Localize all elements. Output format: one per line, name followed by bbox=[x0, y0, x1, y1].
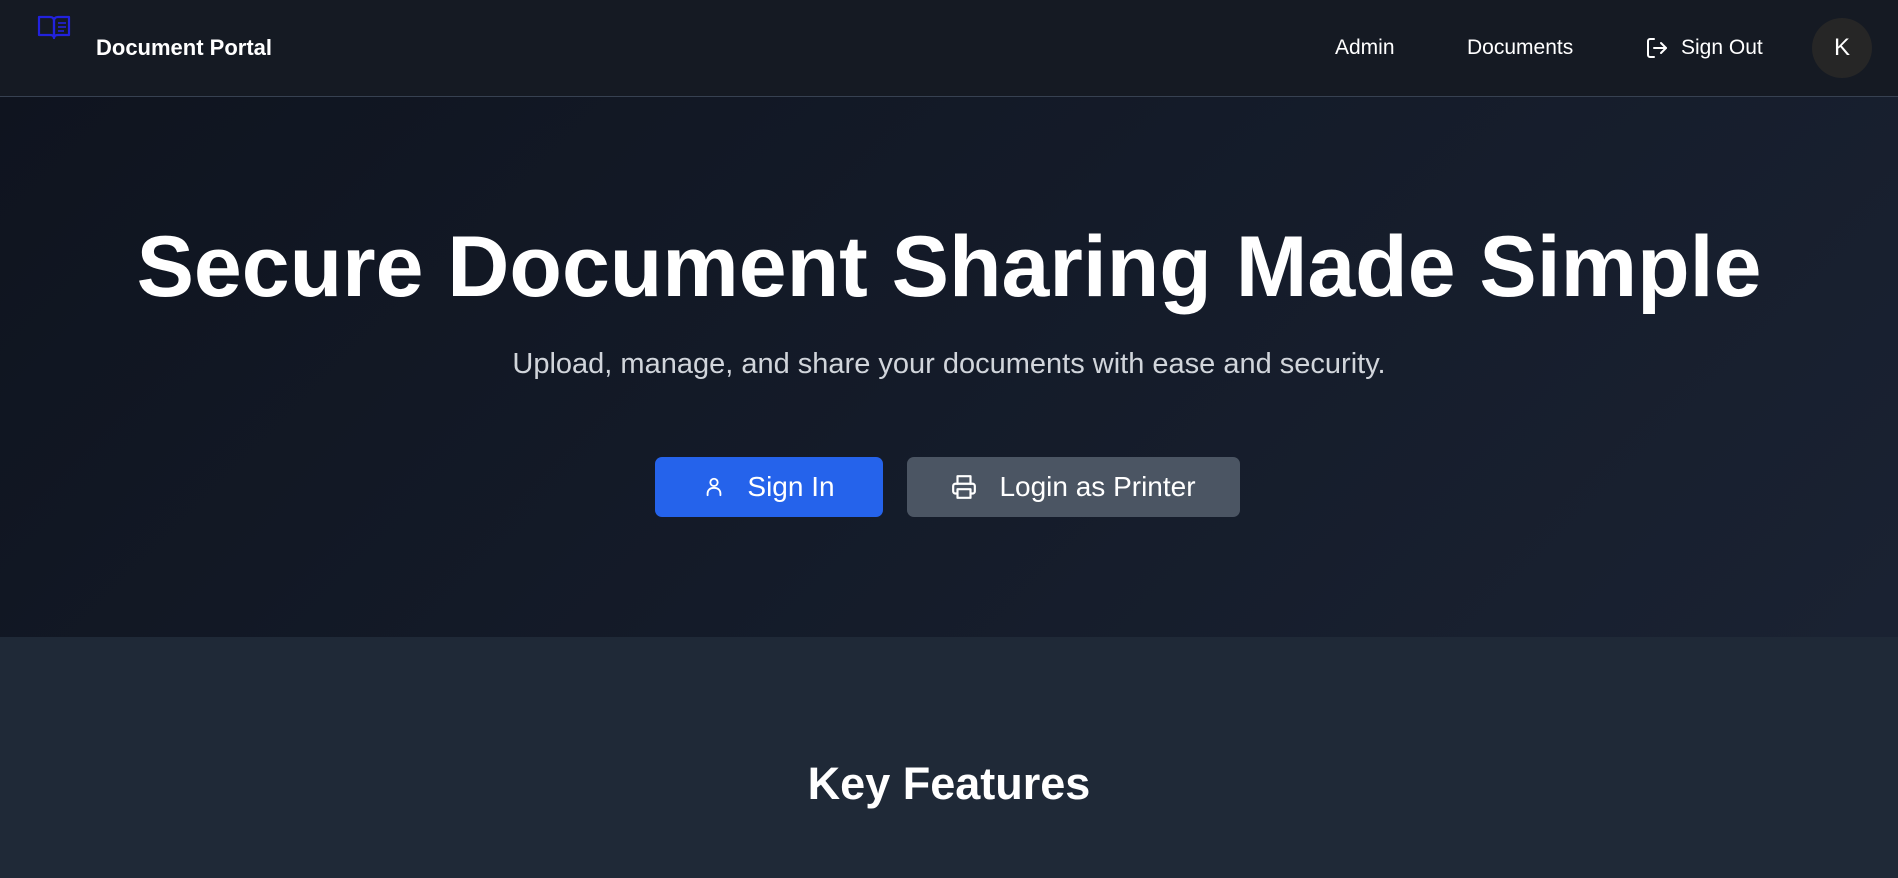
book-open-document-icon[interactable] bbox=[37, 14, 71, 40]
features-section: Key Features bbox=[0, 637, 1898, 878]
sign-out-button[interactable]: Sign Out bbox=[1645, 35, 1763, 61]
sign-out-label: Sign Out bbox=[1681, 36, 1763, 59]
printer-icon bbox=[952, 475, 977, 499]
login-as-printer-button[interactable]: Login as Printer bbox=[907, 457, 1240, 517]
nav-admin-link[interactable]: Admin bbox=[1335, 35, 1395, 61]
hero-subtitle: Upload, manage, and share your documents… bbox=[512, 348, 1386, 380]
hero-title: Secure Document Sharing Made Simple bbox=[136, 219, 1762, 315]
log-out-icon bbox=[1647, 38, 1667, 58]
sign-in-button[interactable]: Sign In bbox=[655, 457, 883, 517]
user-avatar[interactable]: K bbox=[1812, 18, 1872, 78]
sign-in-label: Sign In bbox=[747, 471, 835, 502]
hero-section: Secure Document Sharing Made Simple Uplo… bbox=[0, 97, 1898, 637]
login-as-printer-label: Login as Printer bbox=[999, 471, 1196, 502]
nav-documents-link[interactable]: Documents bbox=[1467, 35, 1573, 61]
user-icon bbox=[707, 477, 722, 497]
features-title: Key Features bbox=[807, 758, 1091, 809]
top-navbar: Document Portal Admin Documents Sign Out… bbox=[0, 0, 1898, 97]
brand-name[interactable]: Document Portal bbox=[96, 35, 272, 61]
